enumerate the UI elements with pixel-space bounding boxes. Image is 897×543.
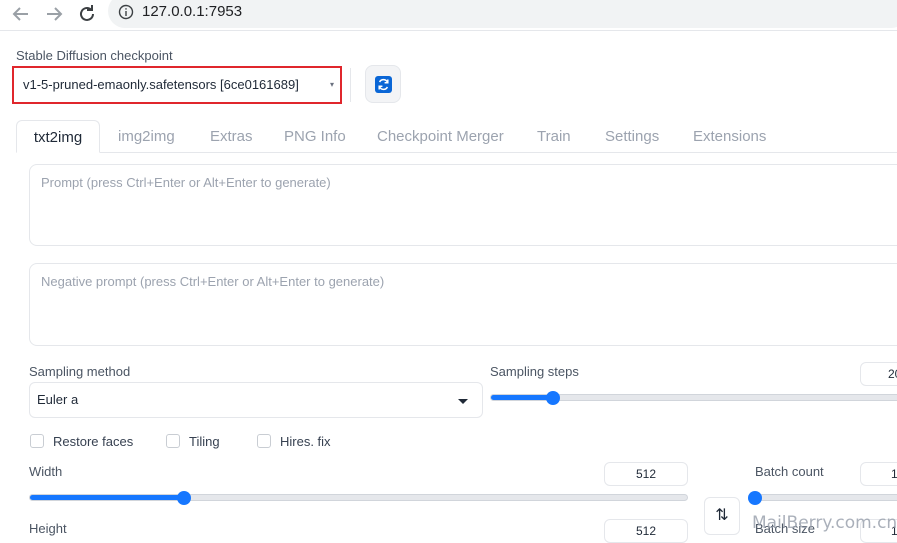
caret-down-icon (458, 399, 468, 404)
back-arrow-icon[interactable] (9, 2, 33, 26)
swap-vertical-icon: ⇅ (715, 507, 729, 524)
tab-extras[interactable]: Extras (210, 120, 253, 153)
prompt-textarea[interactable]: Prompt (press Ctrl+Enter or Alt+Enter to… (29, 164, 897, 246)
batch-count-slider-track[interactable] (755, 494, 897, 501)
url-text: 127.0.0.1:7953 (142, 3, 243, 20)
batch-count-label: Batch count (755, 464, 824, 479)
tiling-checkbox[interactable] (166, 434, 180, 448)
negative-prompt-textarea[interactable]: Negative prompt (press Ctrl+Enter or Alt… (29, 263, 897, 346)
hires-fix-checkbox[interactable] (257, 434, 271, 448)
sampling-method-label: Sampling method (29, 364, 131, 379)
sampling-steps-input[interactable]: 20 (860, 362, 897, 386)
restore-faces-checkbox[interactable] (30, 434, 44, 448)
width-input[interactable]: 512 (604, 462, 688, 486)
checkpoint-value: v1-5-pruned-emaonly.safetensors [6ce0161… (23, 77, 299, 92)
sampling-steps-label: Sampling steps (490, 364, 579, 379)
refresh-icon (375, 76, 392, 93)
tab-train[interactable]: Train (537, 120, 571, 153)
tab-txt2img[interactable]: txt2img (16, 120, 100, 153)
width-label: Width (29, 464, 63, 479)
site-info-icon[interactable] (118, 4, 134, 20)
height-input[interactable]: 512 (604, 519, 688, 543)
prompt-placeholder: Prompt (press Ctrl+Enter or Alt+Enter to… (41, 175, 331, 190)
forward-arrow-icon[interactable] (42, 2, 66, 26)
width-slider-thumb[interactable] (176, 491, 191, 505)
swap-dimensions-button[interactable]: ⇅ (704, 497, 740, 535)
watermark-text: MailBerry.com.cn (752, 513, 897, 533)
checkpoint-select[interactable]: v1-5-pruned-emaonly.safetensors [6ce0161… (12, 66, 342, 104)
tab-img2img[interactable]: img2img (118, 120, 175, 153)
tab-extensions[interactable]: Extensions (693, 120, 766, 153)
negative-prompt-placeholder: Negative prompt (press Ctrl+Enter or Alt… (41, 274, 385, 289)
sampling-method-value: Euler a (37, 392, 79, 407)
hires-fix-label: Hires. fix (280, 434, 331, 449)
tab-png-info[interactable]: PNG Info (284, 120, 346, 153)
tab-settings[interactable]: Settings (605, 120, 659, 153)
sampling-method-select[interactable]: Euler a (29, 382, 483, 418)
tiling-label: Tiling (189, 434, 220, 449)
chevron-down-icon: ▾ (329, 80, 334, 89)
width-slider-fill (30, 495, 185, 500)
width-slider-track[interactable] (29, 494, 688, 501)
tab-checkpoint-merger[interactable]: Checkpoint Merger (377, 120, 504, 153)
batch-count-slider-thumb[interactable] (748, 491, 762, 505)
refresh-checkpoint-button[interactable] (365, 65, 401, 103)
divider (350, 68, 351, 102)
browser-toolbar: 127.0.0.1:7953 (0, 0, 897, 31)
checkpoint-label: Stable Diffusion checkpoint (16, 48, 173, 63)
restore-faces-label: Restore faces (53, 434, 134, 449)
tab-divider (16, 152, 897, 153)
height-label: Height (29, 521, 67, 536)
batch-count-input[interactable]: 1 (860, 462, 897, 486)
sampling-steps-slider-fill (491, 395, 554, 400)
reload-icon[interactable] (75, 2, 99, 26)
sampling-steps-slider-thumb[interactable] (546, 391, 560, 405)
